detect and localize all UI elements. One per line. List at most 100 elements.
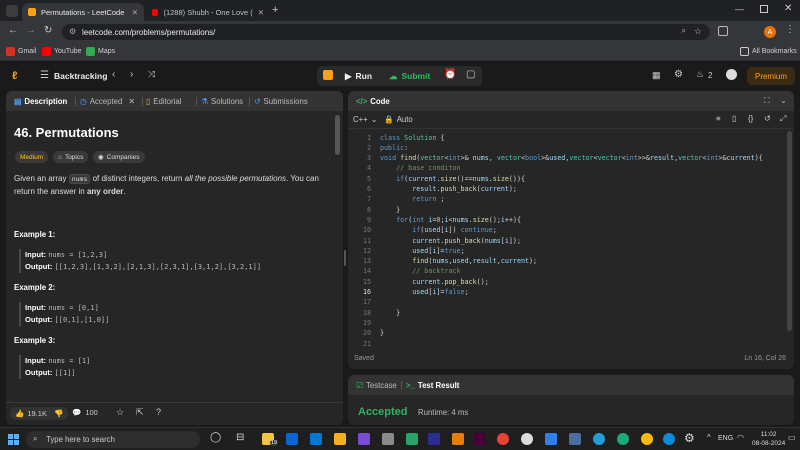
intellij-icon[interactable] xyxy=(428,433,440,445)
language-indicator[interactable]: ENG xyxy=(718,435,733,442)
timer-icon[interactable]: ⏰ xyxy=(444,69,456,80)
problem-list-title[interactable]: Backtracking xyxy=(54,71,107,81)
prev-problem-icon[interactable]: ‹ xyxy=(112,69,115,80)
notification-center-icon[interactable]: ▭ xyxy=(788,433,796,442)
app-icon[interactable] xyxy=(406,433,418,445)
premium-button[interactable]: Premium xyxy=(747,67,795,85)
like-button[interactable]: 👍 19.1K 👎 xyxy=(10,407,69,420)
braces-icon[interactable]: {} xyxy=(748,114,753,123)
maximize-panel-icon[interactable]: ⛶ xyxy=(764,96,769,106)
help-icon[interactable]: ? xyxy=(156,407,161,417)
browser-tab-youtube[interactable]: (1288) Shubh - One Love ( ✕ xyxy=(146,3,270,21)
thumbs-down-icon[interactable]: 👎 xyxy=(54,409,63,418)
streak-fire-icon[interactable]: ♨ xyxy=(696,69,704,80)
layout-icon[interactable]: ▦ xyxy=(652,70,661,81)
zoom-icon[interactable]: ⌕ xyxy=(682,26,686,36)
comments-button[interactable]: 💬 100 xyxy=(72,408,98,417)
tab-test-result[interactable]: >_ Test Result xyxy=(406,381,459,390)
settings-icon[interactable]: ⚙ xyxy=(684,431,695,445)
taskbar-search[interactable]: ⌕ Type here to search xyxy=(26,431,200,448)
new-tab-button[interactable]: + xyxy=(272,4,278,16)
autocomplete-toggle[interactable]: 🔒 Auto xyxy=(384,115,413,124)
profile-avatar[interactable]: A xyxy=(764,26,776,38)
reload-icon[interactable]: ↻ xyxy=(44,25,52,36)
tab-testcase[interactable]: ☑ Testcase xyxy=(356,381,397,390)
chrome-icon[interactable] xyxy=(641,433,653,445)
outlook-icon[interactable] xyxy=(310,433,322,445)
tab-accepted[interactable]: ◷ Accepted ✕ xyxy=(80,97,135,106)
minimize-icon[interactable]: — xyxy=(735,4,744,14)
shuffle-icon[interactable]: ⤨ xyxy=(148,69,155,80)
files-icon[interactable] xyxy=(334,433,346,445)
panel-splitter[interactable] xyxy=(344,250,346,266)
reset-icon[interactable]: ↺ xyxy=(764,114,771,123)
site-info-icon[interactable]: ⚙ xyxy=(69,27,76,36)
github-icon[interactable] xyxy=(521,433,533,445)
debug-icon[interactable] xyxy=(323,70,333,80)
problem-list-icon[interactable]: ☰ xyxy=(40,70,49,81)
close-tab-icon[interactable]: ✕ xyxy=(128,97,135,106)
bookmark-icon[interactable]: ▯ xyxy=(732,114,736,123)
bookmark-maps[interactable]: Maps xyxy=(86,47,115,56)
notes-icon[interactable]: ▢ xyxy=(466,69,475,80)
collapse-panel-icon[interactable]: ⌄ xyxy=(780,96,787,105)
forward-icon[interactable]: → xyxy=(26,25,36,36)
menu-kebab-icon[interactable]: ⋮ xyxy=(785,24,795,35)
tab-search-button[interactable] xyxy=(6,5,18,17)
telegram-icon[interactable] xyxy=(593,433,605,445)
extensions-icon[interactable] xyxy=(718,26,728,36)
close-tab-icon[interactable]: ✕ xyxy=(258,8,264,17)
tab-solutions[interactable]: ⚗ Solutions xyxy=(201,97,243,106)
tab-divider xyxy=(249,97,250,106)
line-number: 21 xyxy=(362,339,371,348)
code-tab[interactable]: </> Code xyxy=(356,97,390,106)
app-icon[interactable] xyxy=(617,433,629,445)
description-scrollbar[interactable] xyxy=(335,115,340,155)
clock[interactable]: 11:02 08-08-2024 xyxy=(752,430,785,448)
fullscreen-icon[interactable]: ⤢ xyxy=(780,114,786,124)
bookmark-star-icon[interactable]: ☆ xyxy=(694,26,702,37)
visual-studio-icon[interactable] xyxy=(358,433,370,445)
bookmark-youtube[interactable]: YouTube xyxy=(42,47,82,56)
maximize-icon[interactable] xyxy=(760,5,768,13)
submit-button[interactable]: ☁ Submit xyxy=(383,68,436,84)
line-number: 19 xyxy=(362,318,371,327)
language-select[interactable]: C++ ⌄ xyxy=(353,115,377,124)
settings-icon[interactable]: ⚙ xyxy=(674,69,683,80)
app-icon[interactable] xyxy=(569,433,581,445)
share-icon[interactable]: ⇱ xyxy=(136,407,144,418)
vscode-icon[interactable] xyxy=(545,433,557,445)
example-block: Input: nums = [0,1] Output: [[0,1],[1,0]… xyxy=(19,302,109,326)
code-line: 17 xyxy=(355,298,795,308)
tray-chevron-icon[interactable]: ^ xyxy=(707,433,711,442)
app-icon[interactable] xyxy=(382,433,394,445)
line-number: 10 xyxy=(362,226,371,235)
bookmark-gmail[interactable]: Gmail xyxy=(6,47,36,56)
leetcode-logo-icon[interactable]: ℓ xyxy=(12,70,17,82)
notifications-icon[interactable] xyxy=(726,69,737,80)
next-problem-icon[interactable]: › xyxy=(130,69,133,80)
run-button[interactable]: ▶ Run xyxy=(339,68,378,84)
address-bar[interactable]: ⚙ leetcode.com/problems/permutations/ ⌕ … xyxy=(62,24,710,40)
tab-submissions[interactable]: ↺ Submissions xyxy=(254,97,308,106)
companies-button[interactable]: ◉ Companies xyxy=(93,151,145,163)
favorite-star-icon[interactable]: ☆ xyxy=(116,407,124,418)
topics-button[interactable]: ⌂ Topics xyxy=(53,151,89,163)
blender-icon[interactable] xyxy=(452,433,464,445)
tab-editorial[interactable]: ▯ Editorial xyxy=(146,97,181,106)
task-view-icon[interactable]: ◯ xyxy=(210,432,221,443)
mail-icon[interactable] xyxy=(286,433,298,445)
wifi-icon[interactable]: ◠ xyxy=(737,433,744,442)
format-icon[interactable]: ≡ xyxy=(716,114,721,123)
tab-description[interactable]: ▤ Description xyxy=(14,97,67,106)
widgets-icon[interactable]: ⊟ xyxy=(236,432,244,443)
close-tab-icon[interactable]: ✕ xyxy=(132,8,138,17)
edge-icon[interactable] xyxy=(663,433,675,445)
close-window-icon[interactable]: ✕ xyxy=(784,3,792,14)
dreamweaver-icon[interactable] xyxy=(474,433,486,445)
back-icon[interactable]: ← xyxy=(8,25,18,36)
browser-tab-leetcode[interactable]: Permutations - LeetCode ✕ xyxy=(22,3,144,21)
windows-start-icon[interactable] xyxy=(8,434,19,445)
chrome-icon[interactable] xyxy=(497,433,509,445)
all-bookmarks[interactable]: All Bookmarks xyxy=(740,47,797,56)
